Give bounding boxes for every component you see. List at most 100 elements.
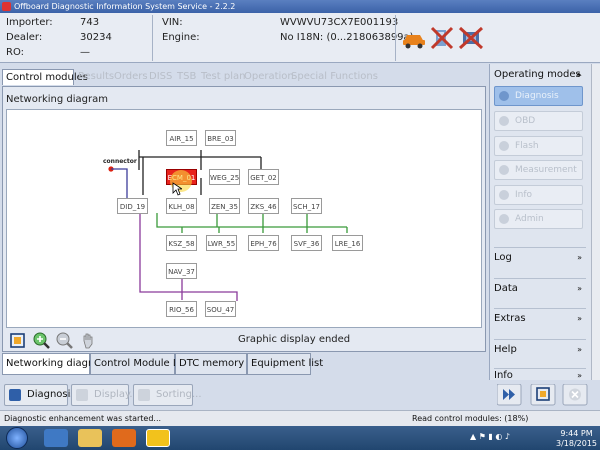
tab-equipment-list[interactable]: Equipment list [247,353,323,375]
tab-control-modules[interactable]: Control modules [2,69,88,85]
mouse-pointer-icon [172,182,182,196]
dealer-value: 30234 [80,32,112,43]
sorting-label: Sorting... [156,389,202,400]
obd-icon [499,116,509,126]
mode-info-button[interactable]: Info [494,185,583,205]
diagnosis-icon [9,389,21,401]
engine-value: No I18N: (0...218063899a) [280,32,414,43]
ie-icon[interactable] [44,429,68,447]
tab-networking-diagram[interactable]: Networking diagram [2,353,108,375]
clock[interactable]: 9:44 PM 3/18/2015 [556,429,597,449]
node-get-02[interactable]: GET_02 [248,169,279,185]
engine-label: Engine: [162,32,200,43]
chevron-down-icon: » [577,284,582,293]
panel-title: Networking diagram [6,94,108,105]
fit-window-icon[interactable] [530,384,556,406]
fit-view-icon[interactable] [10,333,25,348]
ro-value: — [80,47,90,58]
mode-flash-button[interactable]: Flash [494,136,583,156]
section-log[interactable]: Log» [494,247,586,267]
section-info[interactable]: Info» [494,368,586,380]
diagram-canvas[interactable]: AIR_15 BRE_03 ECM_01 WEG_25 GET_02 DID_1… [6,109,482,328]
zoom-in-icon[interactable] [33,332,50,349]
tab-operation[interactable]: Operation [244,69,294,85]
display-button[interactable]: Display... [71,384,139,406]
close-icon[interactable] [562,384,588,406]
tab-orders[interactable]: Orders [114,69,148,85]
tab-tsb[interactable]: TSB [177,69,196,85]
info-icon [499,190,509,200]
app-icon [2,2,11,11]
media-player-icon[interactable] [112,429,136,447]
forward-icon[interactable] [497,384,522,406]
vehicle-status-icons [403,26,484,50]
node-did-19[interactable]: DID_19 [117,198,148,214]
tab-special-functions[interactable]: Special Functions [291,69,378,85]
node-klh-08[interactable]: KLH_08 [166,198,197,214]
sorting-icon [138,389,150,401]
tab-control-module-list[interactable]: Control Module List [90,353,190,375]
chevron-down-icon: » [577,314,582,323]
node-weg-25[interactable]: WEG_25 [209,169,240,185]
car-icon [403,35,425,49]
odis-app-icon[interactable] [146,429,170,447]
info-divider [152,15,153,61]
node-ksz-58[interactable]: KSZ_58 [166,235,197,251]
clock-time: 9:44 PM [560,429,593,438]
info-divider-2 [395,15,396,61]
measurement-icon [499,165,509,175]
node-svf-36[interactable]: SVF_36 [291,235,322,251]
node-air-15[interactable]: AIR_15 [166,130,197,146]
tab-diss[interactable]: DISS [149,69,172,85]
tab-dtc-memory-list[interactable]: DTC memory list [175,353,262,375]
mode-measurement-button[interactable]: Measurement [494,160,583,180]
tab-results[interactable]: Results [78,69,114,85]
node-rio-56[interactable]: RIO_56 [166,301,197,317]
bus-lines [108,150,348,301]
chevron-down-icon: » [577,371,582,380]
connection-off-icon [430,26,454,50]
chevron-down-icon: » [577,253,582,262]
flash-icon [499,141,509,151]
node-sou-47[interactable]: SOU_47 [205,301,236,317]
node-eph-76[interactable]: EPH_76 [248,235,279,251]
operating-modes-title: Operating modes [494,69,581,80]
node-bre-03[interactable]: BRE_03 [205,130,236,146]
diagnosis-mode-icon [499,91,509,101]
graphic-status: Graphic display ended [238,334,351,345]
display-icon [76,389,88,401]
clock-date: 3/18/2015 [556,439,598,448]
zoom-toolbar [10,332,93,349]
sidebar-actions [497,384,588,406]
connector-label: connector [103,158,137,165]
admin-icon [499,214,509,224]
pan-hand-icon[interactable] [83,333,93,349]
collapse-up-icon: ⏶ [575,70,582,79]
section-extras[interactable]: Extras» [494,308,586,328]
sorting-button[interactable]: Sorting... [133,384,202,406]
node-nav-37[interactable]: NAV_37 [166,263,197,279]
operating-modes-header[interactable]: Operating modes ⏶ [494,67,586,83]
node-sch-17[interactable]: SCH_17 [291,198,322,214]
explorer-icon[interactable] [78,429,102,447]
sidebar-scrollbar[interactable] [591,64,600,380]
start-button[interactable] [6,427,28,449]
tab-test-plan[interactable]: Test plan [201,69,245,85]
status-left-text: Diagnostic enhancement was started... [4,414,162,423]
status-bar: Diagnostic enhancement was started... Re… [0,410,600,426]
diagnosis-button[interactable]: Diagnosis [4,384,76,406]
section-help[interactable]: Help» [494,339,586,359]
node-lwr-55[interactable]: LWR_55 [206,235,237,251]
zoom-out-icon[interactable] [56,332,73,349]
window-title: Offboard Diagnostic Information System S… [14,2,236,11]
mode-diagnosis-button[interactable]: Diagnosis [494,86,583,106]
system-tray-icons: ▲ ⚑ ▮ ◐ ♪ [470,432,510,441]
mode-obd-button[interactable]: OBD [494,111,583,131]
section-data[interactable]: Data» [494,278,586,298]
node-zks-46[interactable]: ZKS_46 [248,198,279,214]
dealer-label: Dealer: [6,32,43,43]
node-zen-35[interactable]: ZEN_35 [209,198,240,214]
vin-value: WVWVU73CX7E001193 [280,17,399,28]
node-lre-16[interactable]: LRE_16 [332,235,363,251]
mode-admin-button[interactable]: Admin [494,209,583,229]
